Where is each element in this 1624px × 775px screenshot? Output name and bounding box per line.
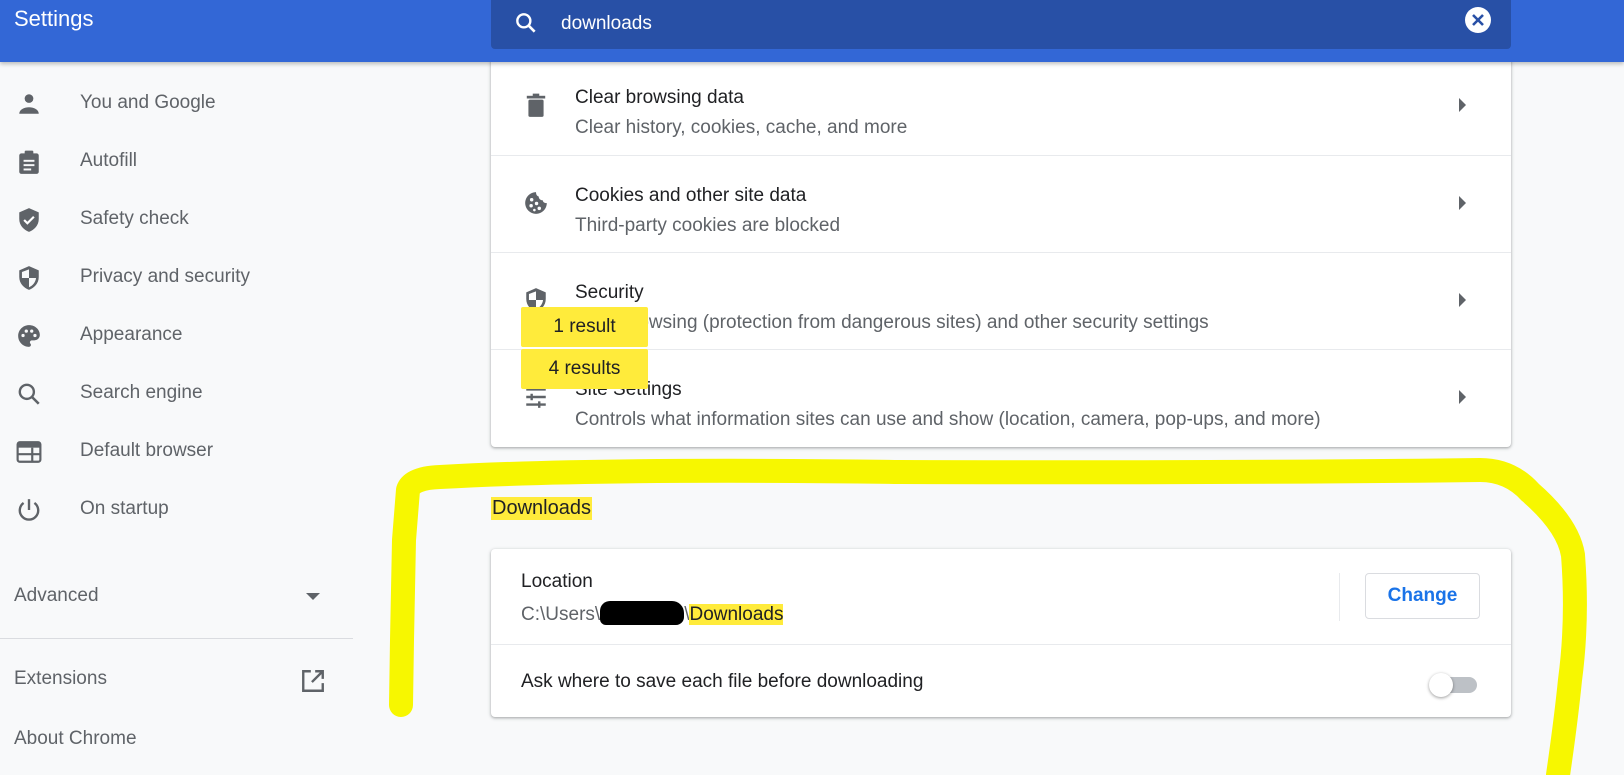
- row-subtitle: Clear history, cookies, cache, and more: [575, 117, 908, 138]
- sidebar-item-safety-check[interactable]: Safety check: [0, 190, 353, 248]
- palette-icon: [18, 325, 40, 347]
- sidebar-item-label: Autofill: [80, 150, 138, 171]
- sidebar: You and Google Autofill Safety check Pri…: [0, 62, 353, 775]
- person-icon: [19, 94, 39, 114]
- search-box[interactable]: [491, 0, 1511, 49]
- sidebar-item-on-startup[interactable]: On startup: [0, 480, 353, 538]
- search-result-bubble: 4 results: [521, 349, 648, 389]
- row-title: Clear browsing data: [575, 87, 744, 108]
- power-icon: [18, 499, 40, 521]
- row-subtitle: Third-party cookies are blocked: [575, 215, 841, 236]
- clipboard-icon: [19, 150, 39, 174]
- sidebar-item-you-and-google[interactable]: You and Google: [0, 74, 353, 132]
- sidebar-divider: [0, 638, 353, 639]
- location-path: C:\Users\ \Downloads: [521, 601, 784, 626]
- sidebar-item-search-engine[interactable]: Search engine: [0, 364, 353, 422]
- sidebar-item-privacy-and-security[interactable]: Privacy and security: [0, 248, 353, 306]
- sidebar-item-label: Search engine: [80, 382, 203, 403]
- clear-browsing-data-row[interactable]: Clear browsing data Clear history, cooki…: [491, 58, 1511, 155]
- sidebar-item-autofill[interactable]: Autofill: [0, 132, 353, 190]
- downloads-card: Location C:\Users\ \Downloads Change Ask …: [491, 549, 1511, 717]
- change-location-button[interactable]: Change: [1365, 573, 1480, 619]
- path-prefix: C:\Users\: [521, 604, 601, 625]
- redacted-username: [600, 601, 685, 625]
- sidebar-item-label: Default browser: [80, 440, 214, 461]
- page-title: Settings: [14, 6, 94, 31]
- toggle-thumb: [1429, 673, 1453, 697]
- extensions-label: Extensions: [14, 668, 107, 689]
- ask-where-to-save-toggle[interactable]: [1429, 673, 1479, 697]
- row-title: Security: [575, 282, 644, 303]
- search-icon: [516, 13, 536, 33]
- sidebar-item-label: Appearance: [80, 324, 183, 345]
- search-result-bubble: 1 result: [521, 307, 648, 347]
- sidebar-item-default-browser[interactable]: Default browser: [0, 422, 353, 480]
- vertical-divider: [1339, 573, 1340, 621]
- sidebar-item-appearance[interactable]: Appearance: [0, 306, 353, 364]
- ask-where-to-save-label: Ask where to save each file before downl…: [521, 671, 924, 692]
- sidebar-item-label: On startup: [80, 498, 169, 519]
- cookie-icon: [525, 192, 547, 214]
- trash-icon: [526, 93, 546, 117]
- shield-check-icon: [19, 208, 39, 232]
- browser-window-icon: [16, 441, 42, 463]
- downloads-section-title: Downloads: [491, 497, 592, 520]
- arrow-right-icon: [1459, 196, 1466, 210]
- path-highlight: Downloads: [689, 604, 784, 625]
- search-icon: [18, 383, 40, 405]
- row-title: Cookies and other site data: [575, 185, 807, 206]
- arrow-right-icon: [1459, 98, 1466, 112]
- shield-half-icon: [19, 266, 39, 290]
- about-chrome-link[interactable]: About Chrome: [14, 728, 137, 750]
- sidebar-item-label: Safety check: [80, 208, 189, 229]
- row-divider: [491, 644, 1511, 645]
- sidebar-item-label: You and Google: [80, 92, 216, 113]
- advanced-label: Advanced: [14, 585, 99, 606]
- row-subtitle: Safe Browsing (protection from dangerous…: [575, 312, 1209, 333]
- close-icon: [1472, 14, 1484, 26]
- arrow-right-icon: [1459, 390, 1466, 404]
- location-label: Location: [521, 571, 593, 592]
- top-bar: Settings: [0, 0, 1624, 62]
- row-subtitle: Controls what information sites can use …: [575, 409, 1321, 430]
- clear-search-button[interactable]: [1465, 7, 1491, 33]
- open-in-new-icon: [302, 670, 324, 692]
- search-input[interactable]: [559, 10, 1423, 38]
- caret-down-icon: [306, 593, 320, 600]
- arrow-right-icon: [1459, 293, 1466, 307]
- cookies-row[interactable]: Cookies and other site data Third-party …: [491, 155, 1511, 253]
- sidebar-item-label: Privacy and security: [80, 266, 251, 287]
